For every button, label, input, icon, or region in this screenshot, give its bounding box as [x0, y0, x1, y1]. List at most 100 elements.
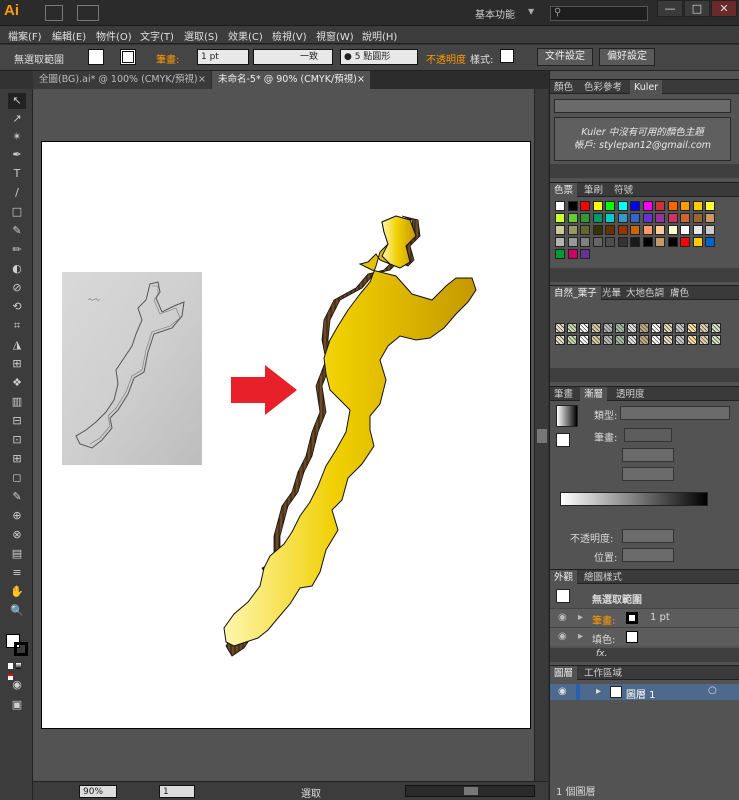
- swatch-grid[interactable]: [555, 201, 725, 265]
- gradient-fill-icon[interactable]: [556, 433, 570, 447]
- tab-layers[interactable]: 圖層: [550, 666, 578, 681]
- color-swatch[interactable]: [555, 225, 565, 235]
- color-swatch[interactable]: [655, 201, 665, 211]
- artboard-navigation-field[interactable]: 1: [159, 785, 195, 798]
- bridge-icon[interactable]: [45, 5, 63, 21]
- color-swatch[interactable]: [630, 213, 640, 223]
- color-swatch[interactable]: [630, 201, 640, 211]
- menu-file[interactable]: 檔案(F): [8, 28, 42, 43]
- tab-document-1[interactable]: 全圖(BG).ai* @ 100% (CMYK/預視) ×: [33, 71, 211, 89]
- tab-document-2[interactable]: 未命名-5* @ 90% (CMYK/預視) ×: [212, 71, 370, 89]
- color-swatch[interactable]: [655, 225, 665, 235]
- stroke-weight-field[interactable]: 1 pt: [197, 49, 249, 65]
- layer-target-icon[interactable]: ○: [708, 685, 717, 696]
- eraser-tool-icon[interactable]: ⊘: [8, 280, 26, 296]
- mesh-tool-icon[interactable]: ⊟: [8, 413, 26, 429]
- menu-edit[interactable]: 編輯(E): [52, 28, 86, 43]
- tab-kuler[interactable]: Kuler: [630, 80, 663, 95]
- pattern-swatch[interactable]: [639, 323, 649, 333]
- scale-tool-icon[interactable]: ⌗: [8, 318, 26, 334]
- type-tool-icon[interactable]: T: [8, 166, 26, 182]
- color-swatch[interactable]: [642, 201, 653, 211]
- color-swatch[interactable]: [680, 225, 690, 235]
- menu-help[interactable]: 說明(H): [362, 28, 397, 43]
- screen-mode-icon[interactable]: ▣: [8, 697, 26, 713]
- pattern-swatch[interactable]: [579, 323, 589, 333]
- color-swatch[interactable]: [605, 213, 615, 223]
- color-swatch[interactable]: [555, 237, 565, 247]
- color-swatch[interactable]: [605, 225, 615, 235]
- pattern-swatch[interactable]: [627, 323, 637, 333]
- selection-tool-icon[interactable]: ↖: [8, 93, 26, 109]
- appearance-fill-label[interactable]: 填色:: [592, 631, 615, 646]
- opacity-label[interactable]: 不透明度: [426, 51, 466, 66]
- style-swatch[interactable]: [500, 49, 514, 63]
- pattern-swatch[interactable]: [555, 323, 565, 333]
- tab-nature-leaves[interactable]: 自然_葉子: [550, 286, 601, 301]
- color-swatch[interactable]: [705, 225, 715, 235]
- layer-name[interactable]: 圖層 1: [626, 686, 656, 701]
- fill-swatch[interactable]: [88, 49, 104, 65]
- color-swatch[interactable]: [680, 237, 690, 247]
- color-swatch[interactable]: [705, 237, 715, 247]
- slice-tool-icon[interactable]: ▤: [8, 546, 26, 562]
- color-mode-icons[interactable]: [8, 661, 26, 680]
- pattern-swatch[interactable]: [555, 335, 565, 345]
- color-swatch[interactable]: [617, 213, 628, 223]
- color-swatch[interactable]: [592, 237, 603, 247]
- stroke-profile-select[interactable]: 一致: [253, 49, 333, 65]
- color-swatch[interactable]: [642, 237, 653, 247]
- gradient-type-select[interactable]: [620, 406, 730, 420]
- pattern-swatch[interactable]: [567, 323, 577, 333]
- color-swatch[interactable]: [580, 237, 590, 247]
- color-swatch[interactable]: [705, 201, 715, 211]
- menu-type[interactable]: 文字(T): [140, 28, 174, 43]
- tab-appearance[interactable]: 外觀: [550, 570, 578, 585]
- color-swatch[interactable]: [580, 201, 590, 211]
- gradient-preview-swatch[interactable]: [556, 405, 578, 427]
- color-swatch[interactable]: [655, 237, 665, 247]
- tab-color[interactable]: 顏色: [550, 80, 577, 95]
- pattern-swatch[interactable]: [687, 335, 697, 345]
- pattern-swatch[interactable]: [675, 335, 685, 345]
- hand-tool-icon[interactable]: ✋: [8, 584, 26, 600]
- pencil-tool-icon[interactable]: ✏: [8, 242, 26, 258]
- pattern-swatch[interactable]: [663, 335, 673, 345]
- menu-window[interactable]: 視窗(W): [316, 28, 354, 43]
- draw-mode-icon[interactable]: ◉: [8, 677, 26, 693]
- pattern-swatch[interactable]: [663, 323, 673, 333]
- color-swatch[interactable]: [667, 201, 678, 211]
- color-swatch[interactable]: [555, 213, 565, 223]
- color-swatch[interactable]: [592, 213, 603, 223]
- color-swatch[interactable]: [555, 249, 565, 259]
- fx-button[interactable]: fx.: [596, 649, 607, 659]
- close-button[interactable]: ✕: [711, 0, 737, 17]
- zoom-tool-icon[interactable]: 🔍: [8, 603, 26, 619]
- layer-row[interactable]: ◉ ▸ 圖層 1 ○: [550, 684, 739, 701]
- gradient-stroke-options[interactable]: [624, 428, 672, 442]
- maximize-button[interactable]: □: [684, 0, 710, 17]
- color-swatch[interactable]: [580, 213, 590, 223]
- pattern-swatch[interactable]: [579, 335, 589, 345]
- knife-tool-icon[interactable]: ≡: [8, 565, 26, 581]
- visibility-eye-icon[interactable]: ◉: [558, 612, 567, 623]
- tab-skin-tones[interactable]: 膚色: [666, 286, 693, 301]
- fill-color-chip[interactable]: [626, 631, 638, 643]
- pattern-swatch[interactable]: [603, 335, 613, 345]
- color-swatch[interactable]: [580, 249, 590, 259]
- tab-stroke[interactable]: 筆畫: [550, 387, 577, 402]
- gradient-tool-icon[interactable]: ⊡: [8, 432, 26, 448]
- color-swatch[interactable]: [555, 201, 565, 211]
- color-swatch[interactable]: [605, 237, 615, 247]
- pattern-grid[interactable]: [555, 323, 725, 357]
- appearance-stroke-label[interactable]: 筆畫:: [592, 612, 615, 627]
- color-swatch[interactable]: [567, 201, 578, 211]
- gradient-opacity-field[interactable]: [622, 529, 674, 543]
- color-swatch[interactable]: [692, 225, 703, 235]
- color-swatch[interactable]: [667, 225, 678, 235]
- pattern-swatch[interactable]: [591, 323, 601, 333]
- color-swatch[interactable]: [617, 237, 628, 247]
- stroke-color-icon[interactable]: [14, 642, 28, 656]
- color-swatch[interactable]: [592, 201, 603, 211]
- gradient-aspect-field[interactable]: [622, 467, 674, 481]
